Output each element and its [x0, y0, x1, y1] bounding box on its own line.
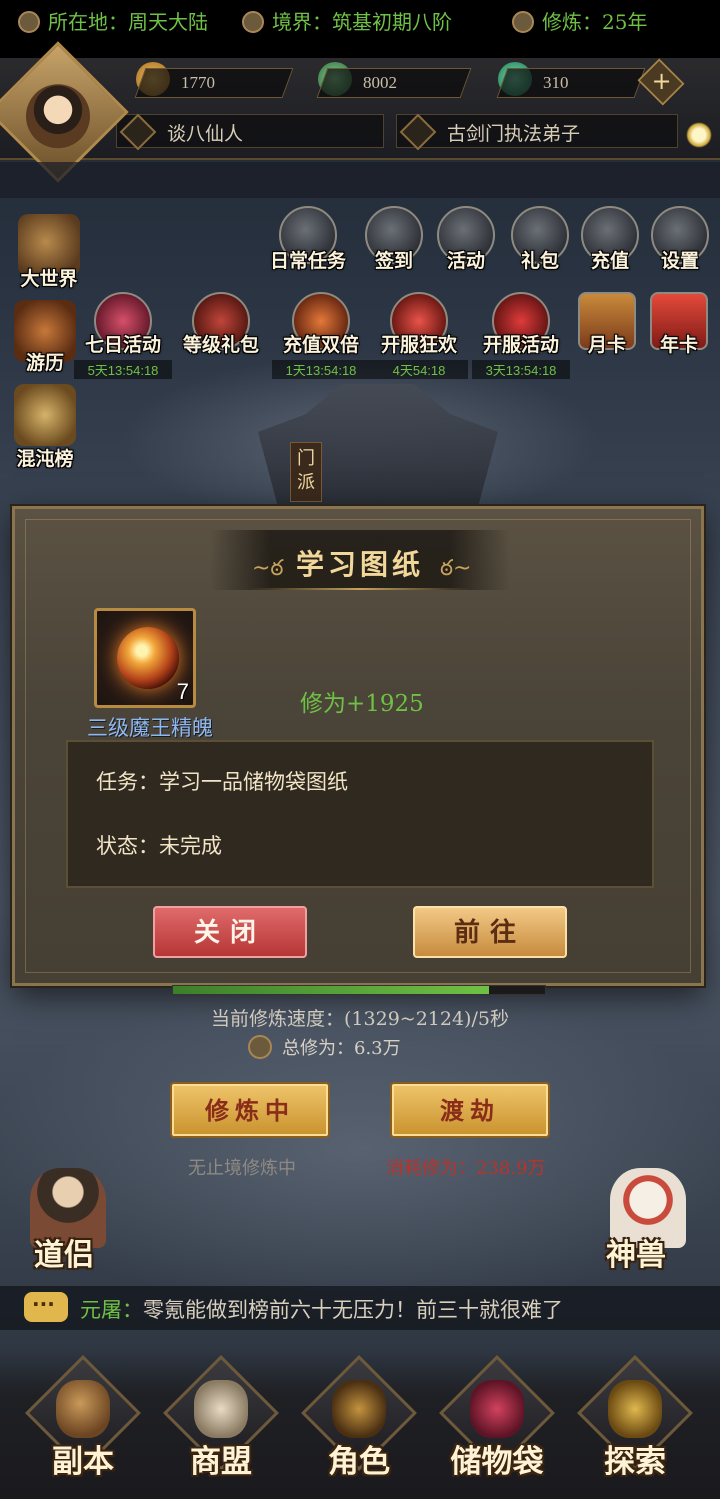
total-cultivation: 总修为：6.3万: [248, 1034, 401, 1061]
divine-beast-label: 神兽: [606, 1238, 666, 1273]
level-gift-button[interactable]: 等级礼包: [183, 292, 259, 356]
total-cultivation-text: 总修为：6.3万: [282, 1038, 401, 1059]
nav-storage-bag-label: 储物袋: [450, 1444, 544, 1480]
cultivation-coin-icon: [248, 1035, 272, 1059]
double-recharge-label: 充值双倍: [282, 334, 359, 356]
location-text: 所在地：周天大陆: [48, 10, 208, 34]
realm-icon: [242, 10, 264, 33]
server-carnival-label: 开服狂欢: [380, 334, 457, 356]
level-gift-label: 等级礼包: [182, 334, 259, 356]
annual-card-label: 年卡: [659, 334, 698, 356]
item-name: 三级魔王精魄: [87, 716, 213, 740]
item-count: 7: [176, 679, 189, 704]
pouch-icon: [470, 1380, 524, 1438]
cultivation-progress-bar: [172, 985, 546, 995]
travel-label: 游历: [25, 352, 64, 374]
title-icon: [119, 113, 157, 151]
cultivation-info[interactable]: 修炼：25年: [512, 6, 647, 35]
avatar-face: [25, 84, 90, 149]
server-carnival-timer: 4天54:18: [370, 360, 468, 379]
travel-button[interactable]: 游历: [10, 300, 80, 374]
task-description: 任务：学习一品储物袋图纸: [96, 770, 348, 794]
player-role-bar[interactable]: 古剑门执法弟子: [396, 113, 678, 151]
nav-character[interactable]: 角色: [294, 1355, 424, 1490]
chat-message: 元屠：零氪能做到榜前六十无压力！前三十就很难了: [80, 1294, 563, 1324]
cultivate-status: 无止境修炼中: [188, 1158, 296, 1179]
task-box: [66, 740, 654, 888]
server-event-label: 开服活动: [482, 334, 559, 356]
realm-text: 境界：筑基初期八阶: [272, 10, 452, 34]
merchant-seal-icon: [194, 1380, 248, 1438]
server-event-button[interactable]: 开服活动 3天13:54:18: [472, 292, 570, 379]
player-title-bar[interactable]: 谈八仙人: [116, 113, 384, 151]
dialog-title: 学习图纸: [295, 548, 424, 581]
server-carnival-button[interactable]: 开服狂欢 4天54:18: [370, 292, 468, 379]
gold-value: 1770: [181, 73, 215, 92]
cultivation-text: 修炼：25年: [542, 10, 648, 34]
nav-character-label: 角色: [328, 1444, 390, 1480]
nav-dungeon[interactable]: 副本: [18, 1355, 148, 1490]
cultivation-icon: [512, 10, 534, 33]
cultivate-button[interactable]: 修炼中: [170, 1082, 330, 1138]
cloud-value: 310: [543, 73, 569, 92]
player-role: 古剑门执法弟子: [447, 123, 581, 145]
chaos-ranking-label: 混沌榜: [16, 448, 74, 470]
double-recharge-button[interactable]: 充值双倍 1天13:54:18: [272, 292, 370, 379]
ranking-scroll-icon: [14, 384, 76, 446]
plus-icon: +: [651, 66, 672, 95]
location-info[interactable]: 所在地：周天大陆: [18, 6, 208, 35]
nav-guild-label: 商盟: [190, 1444, 252, 1480]
world-map-label: 大世界: [20, 268, 78, 290]
chat-sender: 元屠：: [80, 1298, 143, 1322]
info-bar: [0, 162, 720, 198]
settings-button[interactable]: 设置: [648, 206, 712, 272]
world-map-button[interactable]: 大世界: [14, 214, 84, 290]
tribulation-cost: 消耗修为：238.9万: [386, 1158, 546, 1179]
title-underline: [250, 588, 470, 590]
helmet-icon: [332, 1380, 386, 1438]
location-icon: [18, 10, 40, 33]
cultivation-progress-fill: [173, 986, 490, 994]
sect-icon: [399, 113, 437, 151]
daily-tasks-button[interactable]: 日常任务: [270, 206, 346, 272]
tribulation-button[interactable]: 渡劫: [390, 1082, 550, 1138]
task-status: 状态：未完成: [96, 834, 222, 858]
annual-card-button[interactable]: 年卡: [650, 292, 708, 356]
seven-day-event-button[interactable]: 七日活动 5天13:54:18: [74, 292, 172, 379]
server-event-timer: 3天13:54:18: [472, 360, 570, 379]
gold-resource[interactable]: 1770: [134, 68, 294, 98]
nav-storage-bag[interactable]: 储物袋: [432, 1355, 562, 1490]
chaos-ranking-button[interactable]: 混沌榜: [10, 384, 80, 470]
nav-guild[interactable]: 商盟: [156, 1355, 286, 1490]
compass-icon: [608, 1380, 662, 1438]
realm-info[interactable]: 境界：筑基初期八阶: [242, 6, 452, 35]
reward-text: 修为+1925: [300, 691, 424, 717]
jade-value: 8002: [363, 73, 397, 92]
sect-banner[interactable]: 门派: [290, 442, 322, 502]
item-slot[interactable]: 7: [94, 608, 196, 708]
go-button[interactable]: 前往: [413, 906, 567, 958]
settings-label: 设置: [660, 250, 699, 272]
game-scene: 1770 8002 310 + 谈八仙人 古剑门执法弟子 所在地：周天大陆 境界…: [0, 0, 720, 1499]
demon-essence-orb-icon: [117, 627, 179, 689]
nav-explore-label: 探索: [604, 1444, 666, 1480]
chat-bubble-icon[interactable]: [24, 1292, 68, 1322]
double-recharge-timer: 1天13:54:18: [272, 360, 370, 379]
nav-explore[interactable]: 探索: [570, 1355, 700, 1490]
monthly-card-button[interactable]: 月卡: [578, 292, 636, 356]
companion-label: 道侣: [34, 1238, 94, 1273]
nav-dungeon-label: 副本: [52, 1444, 114, 1480]
hint-bulb-icon[interactable]: [686, 122, 712, 148]
cloud-resource[interactable]: 310: [496, 68, 646, 98]
scroll-icon: [56, 1380, 110, 1438]
cultivation-speed: 当前修炼速度：(1329~2124)/5秒: [211, 1008, 509, 1030]
player-title: 谈八仙人: [167, 123, 244, 145]
jade-resource[interactable]: 8002: [316, 68, 472, 98]
close-button[interactable]: 关闭: [153, 906, 307, 958]
chat-content: 零氪能做到榜前六十无压力！前三十就很难了: [143, 1298, 563, 1322]
